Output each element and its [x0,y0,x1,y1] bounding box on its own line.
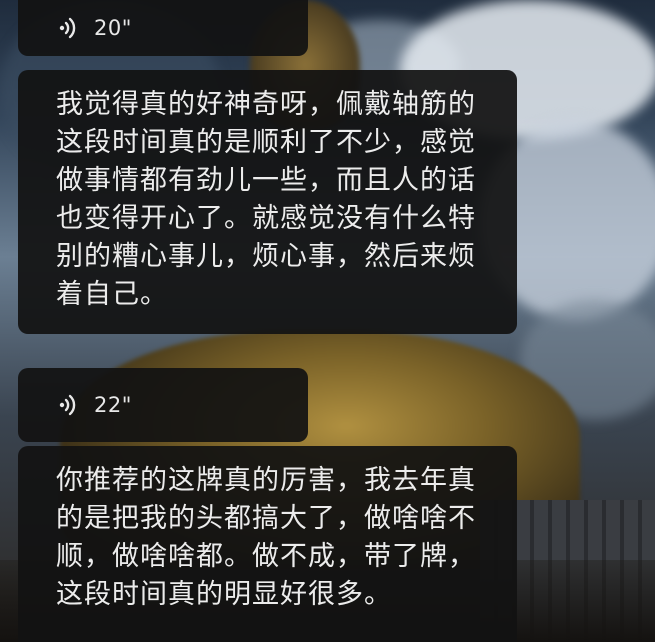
transcript-line: 我觉得真的好神奇呀，佩戴轴筋的 [56,89,476,120]
voice-duration: 22" [94,393,132,417]
transcript-line: 你推荐的这牌真的厉害，我去年真 [56,465,476,496]
transcript-line: 这段时间真的明显好很多。 [56,579,392,610]
transcript-line: 也变得开心了。就感觉没有什么特 [56,203,476,234]
transcript-line: 顺，做啥啥都。做不成，带了牌， [56,541,476,572]
voice-duration: 20" [94,16,132,40]
voice-wave-icon [59,394,76,416]
voice-transcript-bubble[interactable]: 你推荐的这牌真的厉害，我去年真 的是把我的头都搞大了，做啥啥不 顺，做啥啥都。做… [18,446,517,642]
voice-wave-icon [59,17,76,39]
transcript-line: 做事情都有劲儿一些，而且人的话 [56,165,476,196]
voice-message-bubble[interactable]: 20" [18,0,308,56]
transcript-line: 着自己。 [56,279,168,310]
voice-message-bubble[interactable]: 22" [18,368,308,442]
voice-transcript-bubble[interactable]: 我觉得真的好神奇呀，佩戴轴筋的 这段时间真的是顺利了不少，感觉 做事情都有劲儿一… [18,70,517,334]
transcript-line: 别的糟心事儿，烦心事，然后来烦 [56,241,476,272]
transcript-line: 这段时间真的是顺利了不少，感觉 [56,127,476,158]
transcript-line: 的是把我的头都搞大了，做啥啥不 [56,503,476,534]
